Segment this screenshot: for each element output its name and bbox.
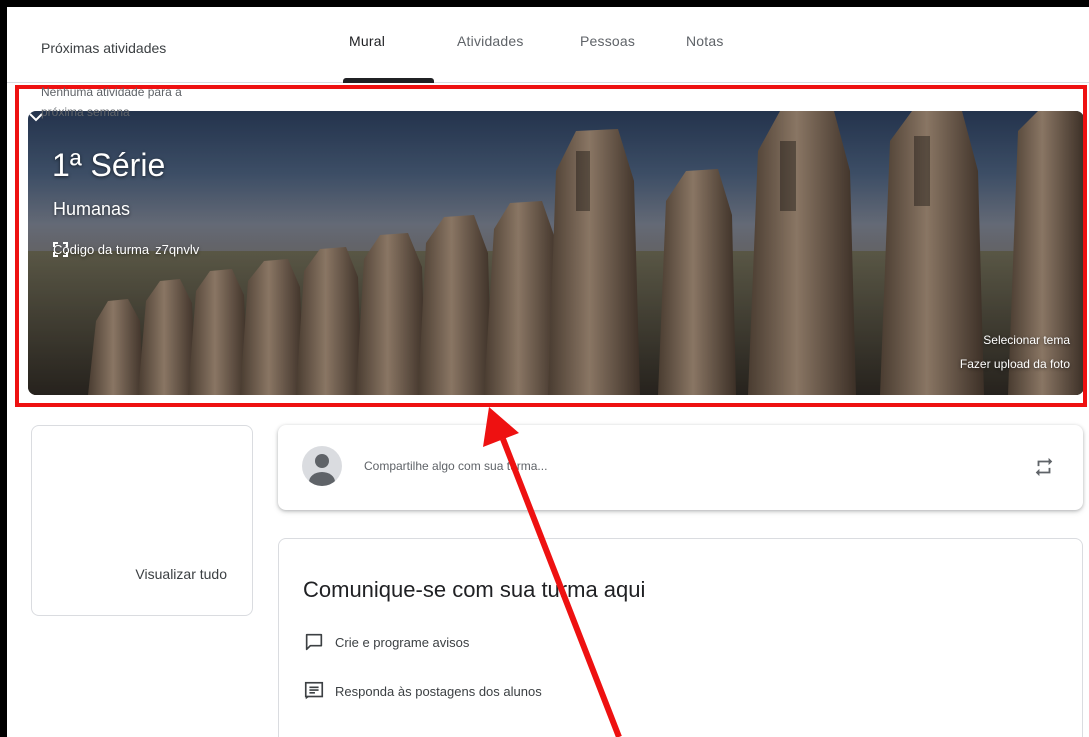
communicate-item: Responda às postagens dos alunos — [303, 680, 542, 702]
announcement-icon — [305, 633, 323, 651]
share-input[interactable]: Compartilhe algo com sua turma... — [364, 459, 547, 473]
tab-notas[interactable]: Notas — [686, 33, 724, 49]
upcoming-title: Próximas atividades — [41, 40, 167, 56]
communicate-card: Comunique-se com sua turma aqui Crie e p… — [278, 538, 1083, 737]
repost-icon[interactable] — [1033, 456, 1055, 478]
upcoming-empty-message: Nenhuma atividade para a próxima semana — [41, 85, 182, 119]
share-post-box[interactable]: Compartilhe algo com sua turma... — [278, 425, 1083, 510]
communicate-title: Comunique-se com sua turma aqui — [303, 577, 646, 602]
annotation-box — [15, 85, 1087, 407]
active-tab-indicator — [343, 78, 434, 83]
person-icon — [309, 454, 335, 486]
comment-icon — [304, 681, 324, 700]
tab-pessoas[interactable]: Pessoas — [580, 33, 635, 49]
communicate-item-label: Responda às postagens dos alunos — [335, 683, 542, 699]
communicate-item-label: Crie e programe avisos — [335, 634, 470, 650]
class-tabs: Mural Atividades Pessoas Notas — [7, 7, 1089, 83]
upcoming-overlay: Visualizar tudo — [31, 425, 253, 616]
app-window: Mural Atividades Pessoas Notas 1ª Série … — [7, 7, 1089, 737]
tab-atividades[interactable]: Atividades — [457, 33, 524, 49]
avatar — [302, 446, 342, 486]
communicate-item: Crie e programe avisos — [303, 631, 469, 653]
tab-mural[interactable]: Mural — [349, 33, 385, 49]
view-all-link[interactable]: Visualizar tudo — [135, 566, 227, 582]
